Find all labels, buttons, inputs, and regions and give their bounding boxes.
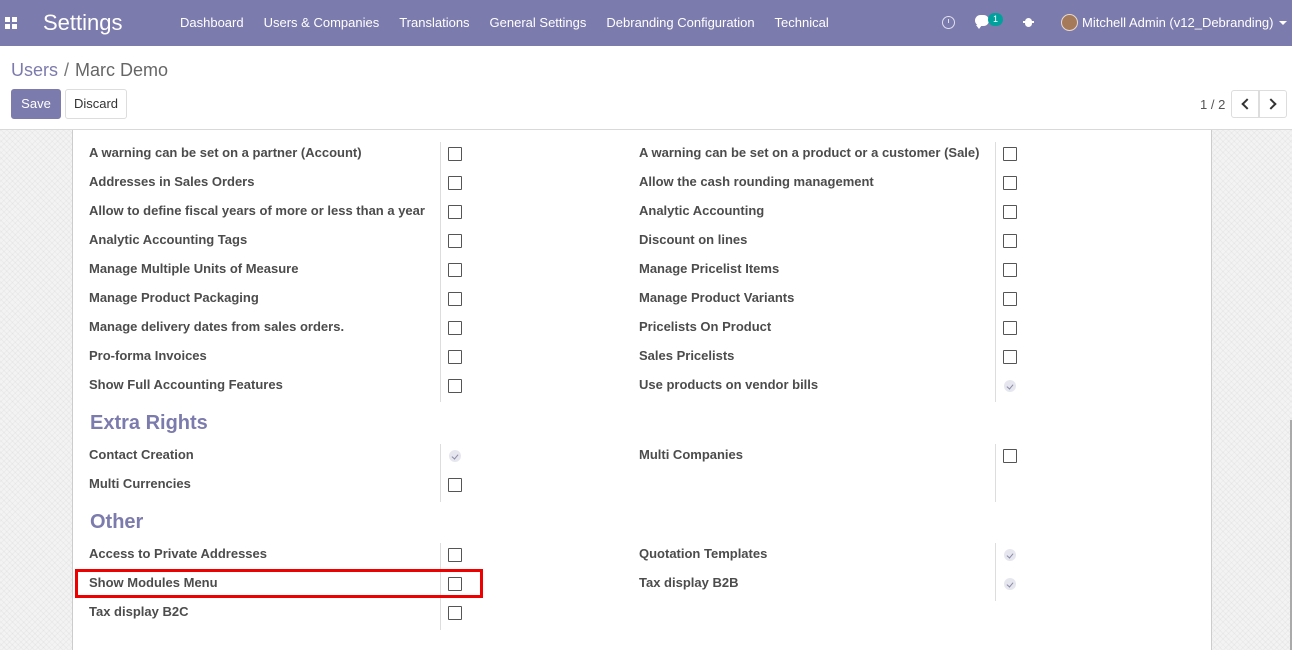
checkbox-tax-display-b2c[interactable]: [448, 606, 462, 620]
breadcrumb-users[interactable]: Users: [11, 60, 58, 81]
caret-down-icon[interactable]: [1279, 21, 1287, 25]
checkbox-delivery-dates[interactable]: [448, 321, 462, 335]
field-label: Tax display B2C: [89, 604, 189, 619]
checkbox-sales-pricelists[interactable]: [1003, 350, 1017, 364]
field-label: Pro-forma Invoices: [89, 348, 207, 363]
menu-dashboard[interactable]: Dashboard: [170, 0, 254, 46]
field-label: Quotation Templates: [639, 546, 768, 561]
checkbox-partner-warning[interactable]: [448, 147, 462, 161]
checkbox-multi-companies[interactable]: [1003, 449, 1017, 463]
checkbox-show-modules-menu[interactable]: [448, 577, 462, 591]
checkbox-vendor-bills-checked[interactable]: [1004, 380, 1016, 392]
field-label: A warning can be set on a product or a c…: [639, 145, 980, 160]
breadcrumb: Users / Marc Demo: [11, 60, 168, 81]
section-title-other: Other: [90, 511, 144, 533]
field-label: Allow to define fiscal years of more or …: [89, 203, 425, 218]
field-label: Analytic Accounting: [639, 203, 765, 218]
messaging-chat-icon[interactable]: [975, 15, 989, 29]
field-label: Manage Pricelist Items: [639, 261, 780, 276]
column-divider: [995, 142, 996, 402]
menu-users-companies[interactable]: Users & Companies: [254, 0, 390, 46]
field-label: Pricelists On Product: [639, 319, 772, 334]
menu-debranding-configuration[interactable]: Debranding Configuration: [596, 0, 764, 46]
field-label: Contact Creation: [89, 447, 194, 462]
checkbox-product-packaging[interactable]: [448, 292, 462, 306]
field-label: Manage delivery dates from sales orders.: [89, 319, 345, 334]
field-label: Use products on vendor bills: [639, 377, 819, 392]
checkbox-product-warning[interactable]: [1003, 147, 1017, 161]
checkbox-units-of-measure[interactable]: [448, 263, 462, 277]
field-label: Addresses in Sales Orders: [89, 174, 255, 189]
checkbox-proforma-invoices[interactable]: [448, 350, 462, 364]
menu-general-settings[interactable]: General Settings: [480, 0, 597, 46]
checkbox-addresses-sales-orders[interactable]: [448, 176, 462, 190]
checkbox-pricelists-product[interactable]: [1003, 321, 1017, 335]
breadcrumb-separator: /: [64, 60, 70, 80]
save-button[interactable]: Save: [11, 89, 61, 119]
apps-menu-icon[interactable]: [5, 17, 17, 29]
field-label: Multi Companies: [639, 447, 744, 462]
checkbox-discount-lines[interactable]: [1003, 234, 1017, 248]
checkbox-multi-currencies[interactable]: [448, 478, 462, 492]
checkbox-full-accounting[interactable]: [448, 379, 462, 393]
column-divider: [440, 543, 441, 630]
field-label: Manage Multiple Units of Measure: [89, 261, 299, 276]
form-sheet: A warning can be set on a partner (Accou…: [72, 130, 1212, 650]
field-label: Multi Currencies: [89, 476, 191, 491]
column-divider: [995, 543, 996, 601]
field-label: A warning can be set on a partner (Accou…: [89, 145, 362, 160]
field-label: Allow the cash rounding management: [639, 174, 874, 189]
checkbox-analytic-accounting[interactable]: [1003, 205, 1017, 219]
column-divider: [995, 444, 996, 502]
checkbox-fiscal-years[interactable]: [448, 205, 462, 219]
field-label: Sales Pricelists: [639, 348, 735, 363]
field-label: Tax display B2B: [639, 575, 739, 590]
pager-next-button[interactable]: [1259, 90, 1287, 118]
activity-clock-icon[interactable]: [942, 16, 955, 29]
checkbox-quotation-templates-checked[interactable]: [1004, 549, 1016, 561]
checkbox-product-variants[interactable]: [1003, 292, 1017, 306]
checkbox-private-addresses[interactable]: [448, 548, 462, 562]
user-menu[interactable]: Mitchell Admin (v12_Debranding): [1082, 15, 1273, 30]
pager-previous-button[interactable]: [1231, 90, 1259, 118]
checkbox-tax-display-b2b-checked[interactable]: [1004, 578, 1016, 590]
user-avatar[interactable]: [1061, 14, 1078, 31]
field-label: Manage Product Variants: [639, 290, 795, 305]
app-brand: Settings: [43, 10, 123, 35]
discard-button[interactable]: Discard: [65, 89, 127, 119]
column-divider: [440, 444, 441, 502]
field-label: Discount on lines: [639, 232, 748, 247]
chat-counter-badge: 1: [988, 13, 1003, 26]
checkbox-analytic-tags[interactable]: [448, 234, 462, 248]
menu-technical[interactable]: Technical: [765, 0, 839, 46]
breadcrumb-current: Marc Demo: [75, 60, 169, 80]
field-label: Access to Private Addresses: [89, 546, 268, 561]
main-menu: Dashboard Users & Companies Translations…: [170, 0, 839, 46]
field-label: Analytic Accounting Tags: [89, 232, 248, 247]
pager-value[interactable]: 1 / 2: [1200, 97, 1225, 112]
chevron-right-icon: [1265, 98, 1277, 110]
section-title-extra-rights: Extra Rights: [90, 412, 208, 434]
control-panel: Users / Marc Demo Save Discard 1 / 2: [0, 46, 1292, 130]
top-navbar: Settings Dashboard Users & Companies Tra…: [0, 0, 1292, 46]
field-label: Show Full Accounting Features: [89, 377, 283, 392]
checkbox-cash-rounding[interactable]: [1003, 176, 1017, 190]
checkbox-contact-creation-checked[interactable]: [449, 450, 461, 462]
menu-translations[interactable]: Translations: [389, 0, 479, 46]
column-divider: [440, 142, 441, 402]
checkbox-pricelist-items[interactable]: [1003, 263, 1017, 277]
debug-bug-icon[interactable]: [1023, 16, 1034, 28]
chevron-left-icon: [1241, 98, 1253, 110]
field-label: Manage Product Packaging: [89, 290, 259, 305]
field-label: Show Modules Menu: [89, 575, 218, 590]
